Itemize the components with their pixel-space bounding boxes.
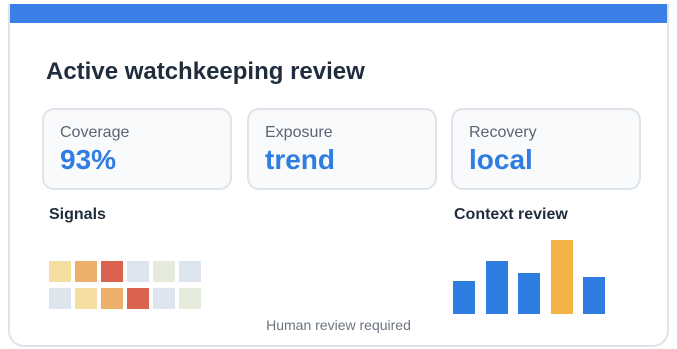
card-accent-bar <box>10 4 667 23</box>
metric-value: trend <box>265 144 335 175</box>
signals-label: Signals <box>49 206 106 223</box>
review-card: Active watchkeeping review Coverage 93% … <box>8 4 669 347</box>
context-bar <box>550 240 573 314</box>
signal-cell <box>179 288 201 309</box>
context-bar <box>453 281 475 314</box>
metric-exposure: Exposure trend <box>247 108 437 190</box>
metric-recovery: Recovery local <box>451 108 641 190</box>
signals-heatmap <box>49 261 201 309</box>
metric-value: 93% <box>60 144 117 175</box>
signal-cell <box>75 261 97 282</box>
signal-cell <box>153 261 175 282</box>
signal-cell <box>179 261 201 282</box>
metric-coverage: Coverage 93% <box>42 108 232 190</box>
signal-cell <box>127 288 149 309</box>
metric-label: Recovery <box>469 124 537 141</box>
metric-value: local <box>469 144 533 175</box>
metric-label: Coverage <box>60 124 130 141</box>
signal-cell <box>127 261 149 282</box>
signal-cell <box>49 288 71 309</box>
footer-note: Human review required <box>266 317 411 333</box>
signal-cell <box>101 288 123 309</box>
signal-cell <box>101 261 123 282</box>
context-review-label: Context review <box>454 206 568 223</box>
context-bar <box>518 273 540 314</box>
card-title: Active watchkeeping review <box>46 58 365 85</box>
signal-cell <box>49 261 71 282</box>
context-bar <box>485 261 508 314</box>
context-review-bar-chart <box>453 234 613 314</box>
metric-label: Exposure <box>265 124 333 141</box>
context-bar <box>583 277 605 314</box>
signal-cell <box>75 288 97 309</box>
signal-cell <box>153 288 175 309</box>
